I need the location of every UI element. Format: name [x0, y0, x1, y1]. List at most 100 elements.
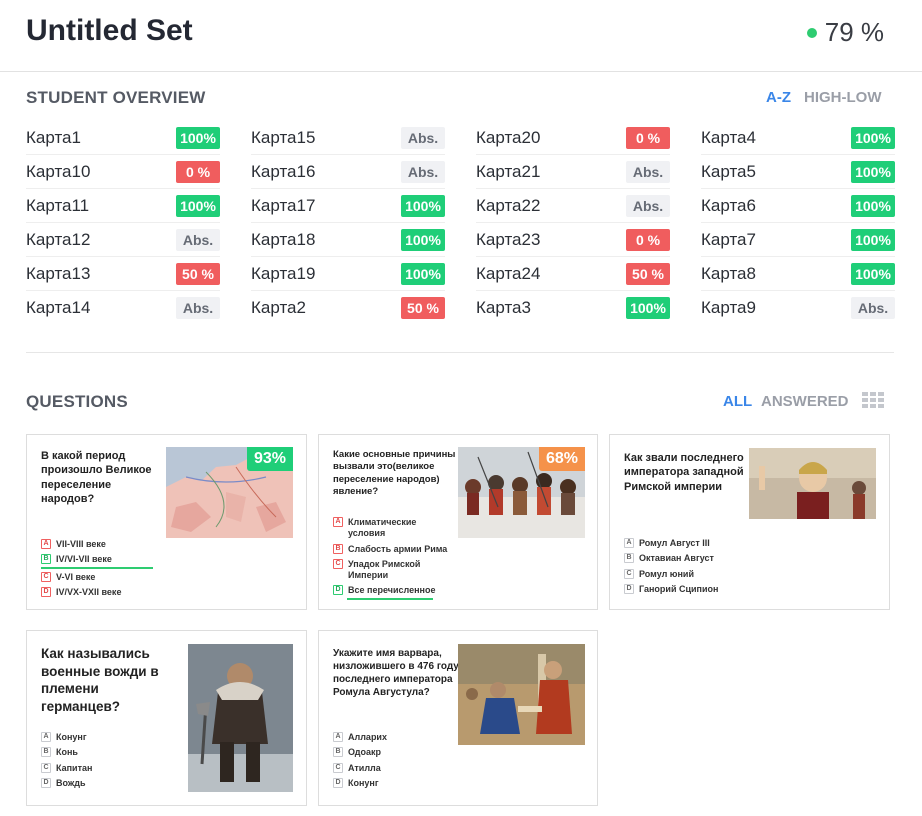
student-row[interactable]: Карта18 100% — [251, 223, 445, 257]
page-title: Untitled Set — [26, 14, 193, 47]
answer-text: Все перечисленное — [348, 585, 436, 596]
student-row[interactable]: Карта1 100% — [26, 121, 220, 155]
student-row[interactable]: Карта19 100% — [251, 257, 445, 291]
answer-option: D Все перечисленное — [333, 585, 453, 596]
answer-list: A Конунг B Конь C Капитан D Вождь — [41, 732, 171, 793]
student-row[interactable]: Карта12 Abs. — [26, 223, 220, 257]
student-score-badge: 0 % — [176, 160, 220, 183]
question-percent-badge: 68% — [538, 447, 585, 471]
student-name: Карта13 — [26, 263, 91, 283]
filter-answered-button[interactable]: ANSWERED — [761, 393, 849, 410]
student-row[interactable]: Карта3 100% — [476, 291, 670, 325]
student-column: Карта4 100% Карта5 100% Карта6 100% Карта7 1… — [701, 121, 895, 325]
answer-correct-bar — [347, 597, 433, 600]
student-name: Карта15 — [251, 127, 316, 147]
student-score-badge: 100% — [176, 126, 220, 149]
student-score-badge: 100% — [851, 262, 895, 285]
student-score-badge: 50 % — [176, 262, 220, 285]
overall-score: 79 % — [806, 17, 884, 48]
grid-view-icon[interactable] — [862, 392, 884, 408]
answer-text: Упадок Римской Империи — [348, 558, 421, 580]
student-row[interactable]: Карта6 100% — [701, 189, 895, 223]
answer-list: A Алларих B Одоакр C Атилла D Конунг — [333, 732, 453, 793]
question-card[interactable]: Как назывались военные вожди в племени г… — [26, 630, 307, 806]
answer-letter: D — [41, 777, 51, 788]
question-text: Какие основные причины вызвали это(велик… — [333, 449, 456, 498]
student-row[interactable]: Карта21 Abs. — [476, 155, 670, 189]
answer-option: C Капитан — [41, 762, 171, 774]
student-row[interactable]: Карта24 50 % — [476, 257, 670, 291]
question-text: Укажите имя варвара, низложившего в 476 … — [333, 648, 459, 698]
question-text: Как назывались военные вожди в племени г… — [41, 646, 159, 714]
question-card[interactable]: В какой период произошло Великое пересел… — [26, 434, 307, 610]
answer-text: Ромул Август III — [639, 538, 710, 548]
student-name: Карта11 — [26, 195, 90, 215]
answer-option: A Ромул Август III — [624, 538, 774, 549]
student-name: Карта16 — [251, 161, 316, 181]
student-row[interactable]: Карта10 0 % — [26, 155, 220, 189]
answer-option: D Ганорий Сципион — [624, 583, 774, 595]
sort-az-button[interactable]: A-Z — [766, 89, 791, 106]
student-row[interactable]: Карта20 0 % — [476, 121, 670, 155]
student-name: Карта1 — [26, 127, 81, 147]
student-score-badge: 100% — [851, 194, 895, 217]
question-card[interactable]: Какие основные причины вызвали это(велик… — [318, 434, 598, 610]
student-score-badge: Abs. — [626, 194, 670, 217]
student-row[interactable]: Карта4 100% — [701, 121, 895, 155]
answer-text: V-VI веке — [56, 571, 96, 582]
student-score-badge: Abs. — [176, 228, 220, 251]
student-score-badge: Abs. — [401, 160, 445, 183]
barbarian-warrior-image — [188, 644, 293, 792]
student-name: Карта12 — [26, 229, 91, 249]
student-score-badge: Abs. — [176, 297, 220, 319]
student-row[interactable]: Карта22 Abs. — [476, 189, 670, 223]
status-dot-icon — [806, 27, 817, 38]
answer-text: Алларих — [348, 732, 387, 742]
student-score-badge: Abs. — [401, 126, 445, 149]
answer-letter: A — [41, 539, 51, 549]
answer-option: A Климатические условия — [333, 517, 453, 540]
answer-letter: C — [333, 558, 343, 569]
answer-list: A VII-VIII веке B IV/VI-VII веке C V-VI век… — [41, 539, 161, 602]
student-name: Карта10 — [26, 161, 91, 181]
student-name: Карта9 — [701, 298, 756, 317]
map-of-europe-image: 93% — [166, 447, 293, 538]
student-name: Карта8 — [701, 263, 756, 283]
student-row[interactable]: Карта15 Abs. — [251, 121, 445, 155]
answer-letter: D — [333, 585, 343, 596]
answer-option: C V-VI веке — [41, 571, 161, 583]
answer-option: C Упадок Римской Империи — [333, 558, 453, 582]
student-score-badge: 100% — [401, 194, 445, 217]
section-divider — [26, 352, 894, 353]
student-row[interactable]: Карта8 100% — [701, 257, 895, 291]
student-name: Карта22 — [476, 195, 541, 215]
student-name: Карта20 — [476, 127, 541, 147]
answer-letter: C — [624, 568, 634, 579]
student-row[interactable]: Карта11 100% — [26, 189, 220, 223]
student-row[interactable]: Карта13 50 % — [26, 257, 220, 291]
answer-option: A VII-VIII веке — [41, 539, 161, 550]
answer-option: C Ромул юний — [624, 568, 774, 580]
student-row[interactable]: Карта7 100% — [701, 223, 895, 257]
student-row[interactable]: Карта23 0 % — [476, 223, 670, 257]
answer-letter: B — [333, 543, 343, 554]
student-column: Карта15 Abs. Карта16 Abs. Карта17 100% Карт… — [251, 121, 445, 325]
student-row[interactable]: Карта9 Abs. — [701, 291, 895, 325]
answer-option: C Атилла — [333, 762, 453, 774]
student-score-badge: 0 % — [626, 126, 670, 149]
student-score-badge: 100% — [626, 297, 670, 319]
question-card[interactable]: Укажите имя варвара, низложившего в 476 … — [318, 630, 598, 806]
student-row[interactable]: Карта16 Abs. — [251, 155, 445, 189]
answer-text: Ганорий Сципион — [639, 583, 719, 594]
student-name: Карта3 — [476, 298, 531, 317]
question-text: В какой период произошло Великое пересел… — [41, 450, 152, 505]
question-card[interactable]: Как звали последнего императора западной… — [609, 434, 890, 610]
student-row[interactable]: Карта14 Abs. — [26, 291, 220, 325]
student-row[interactable]: Карта17 100% — [251, 189, 445, 223]
student-name: Карта4 — [701, 127, 756, 147]
student-row[interactable]: Карта2 50 % — [251, 291, 445, 325]
filter-all-button[interactable]: ALL — [723, 393, 752, 410]
answer-letter: D — [41, 586, 51, 597]
sort-high-low-button[interactable]: HIGH-LOW — [804, 89, 881, 106]
student-row[interactable]: Карта5 100% — [701, 155, 895, 189]
